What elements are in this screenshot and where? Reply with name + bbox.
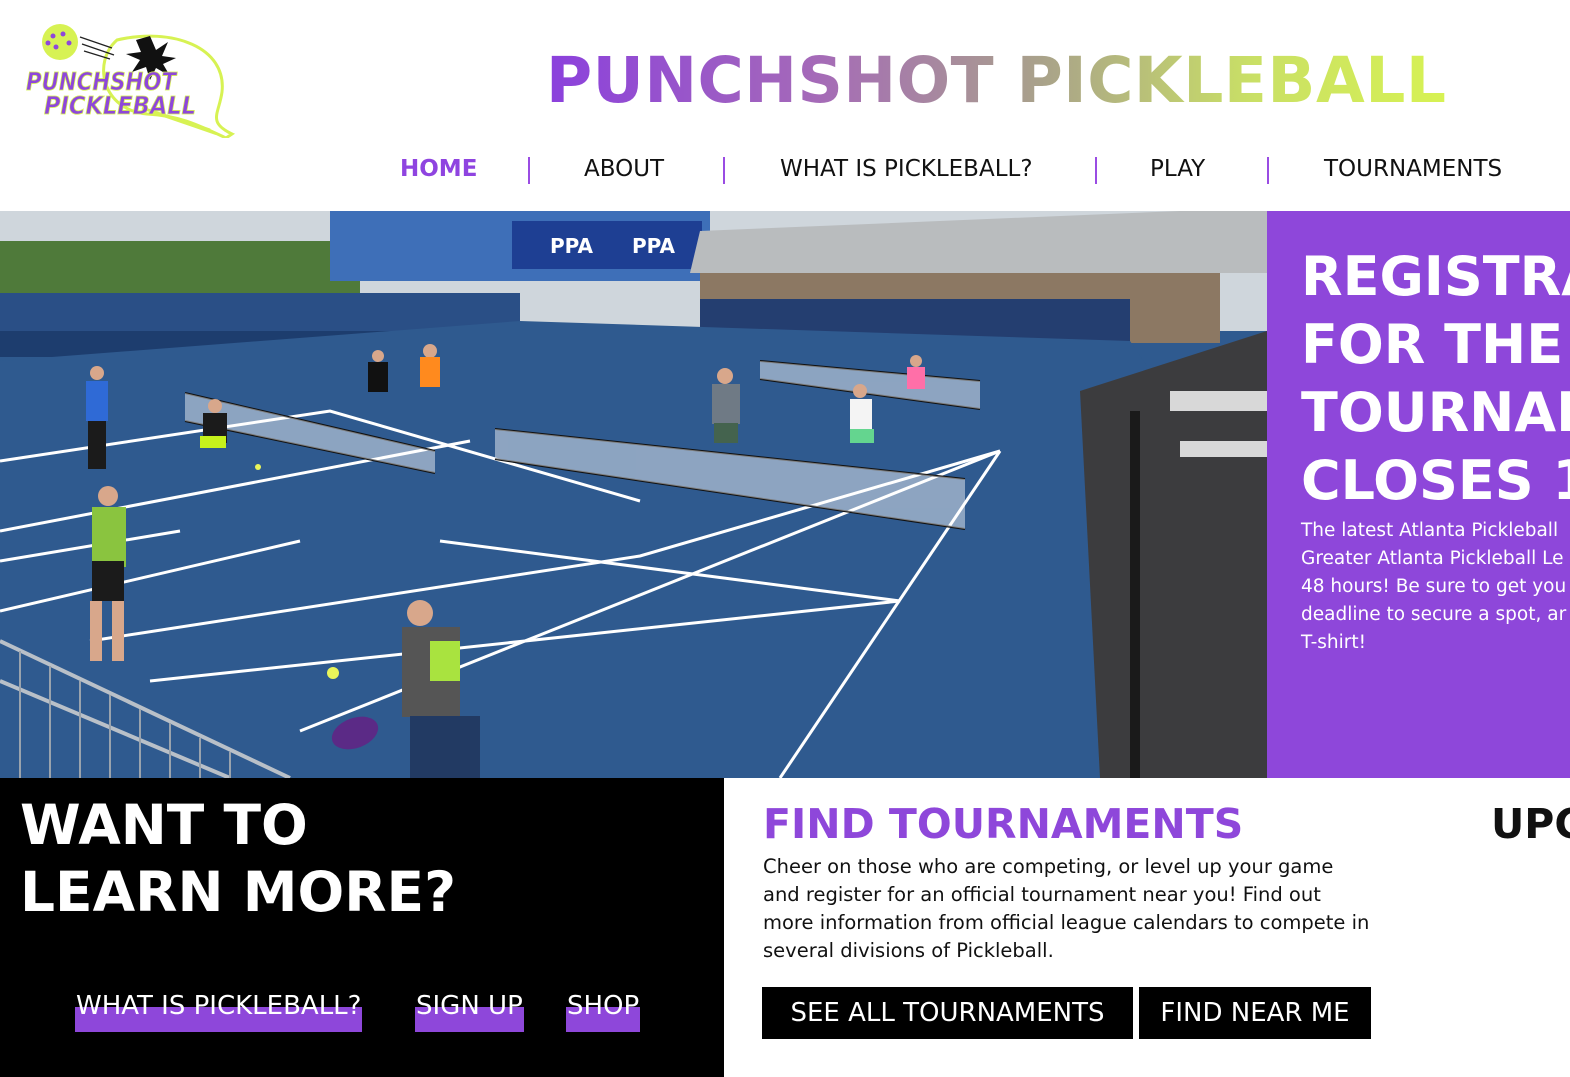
promo-headline: REGISTRA FOR THE A TOURNAM CLOSES 1 bbox=[1301, 243, 1570, 515]
nav-play[interactable]: PLAY bbox=[1150, 156, 1205, 182]
site-title: PUNCHSHOT PICKLEBALL bbox=[546, 44, 1447, 117]
upcoming-title: UPC bbox=[1491, 800, 1570, 848]
find-tournaments-line: several divisions of Pickleball. bbox=[763, 939, 1054, 962]
link-what-is-pickleball[interactable]: WHAT IS PICKLEBALL? bbox=[75, 990, 363, 1032]
court-sign-1: PPA bbox=[550, 234, 593, 258]
promo-body-line: T-shirt! bbox=[1301, 632, 1367, 653]
link-sign-up[interactable]: SIGN UP bbox=[415, 990, 524, 1032]
logo[interactable]: PUNCHSHOT PICKLEBALL bbox=[22, 22, 236, 140]
promo-headline-line: CLOSES 1 bbox=[1301, 449, 1570, 512]
nav-tournaments[interactable]: TOURNAMENTS bbox=[1324, 156, 1502, 182]
learn-more-title: WANT TO LEARN MORE? bbox=[20, 792, 456, 926]
promo-body-line: The latest Atlanta Pickleball bbox=[1301, 520, 1559, 541]
promo-body-line: deadline to secure a spot, ar bbox=[1301, 604, 1567, 625]
see-all-tournaments-button[interactable]: SEE ALL TOURNAMENTS bbox=[762, 987, 1133, 1039]
promo-body-line: 48 hours! Be sure to get you bbox=[1301, 576, 1567, 597]
nav-separator bbox=[1267, 157, 1269, 184]
find-tournaments-line: more information from official league ca… bbox=[763, 911, 1370, 934]
learn-more-section: WANT TO LEARN MORE? WHAT IS PICKLEBALL? … bbox=[0, 778, 724, 1077]
learn-more-title-line: LEARN MORE? bbox=[20, 860, 457, 924]
promo-description: The latest Atlanta Pickleball Greater At… bbox=[1301, 517, 1570, 657]
court-sign-2: PPA bbox=[632, 234, 675, 258]
registration-promo[interactable]: REGISTRA FOR THE A TOURNAM CLOSES 1 The … bbox=[1267, 211, 1570, 778]
logo-text-line2: PICKLEBALL bbox=[44, 91, 196, 120]
nav-separator bbox=[723, 157, 725, 184]
find-tournaments-line: Cheer on those who are competing, or lev… bbox=[763, 855, 1334, 878]
promo-body-line: Greater Atlanta Pickleball Le bbox=[1301, 548, 1564, 569]
promo-headline-line: REGISTRA bbox=[1301, 245, 1570, 308]
nav-about[interactable]: ABOUT bbox=[584, 156, 664, 182]
nav-what-is-pickleball[interactable]: WHAT IS PICKLEBALL? bbox=[780, 156, 1033, 182]
promo-headline-line: TOURNAM bbox=[1301, 381, 1570, 444]
nav-home[interactable]: HOME bbox=[400, 156, 477, 182]
nav-separator bbox=[1095, 157, 1097, 184]
main-nav: HOME ABOUT WHAT IS PICKLEBALL? PLAY TOUR… bbox=[0, 150, 1570, 194]
nav-separator bbox=[528, 157, 530, 184]
find-tournaments-description: Cheer on those who are competing, or lev… bbox=[763, 853, 1370, 965]
learn-more-title-line: WANT TO bbox=[20, 793, 308, 857]
find-near-me-button[interactable]: FIND NEAR ME bbox=[1139, 987, 1371, 1039]
promo-headline-line: FOR THE A bbox=[1301, 313, 1570, 376]
link-shop[interactable]: SHOP bbox=[566, 990, 641, 1032]
find-tournaments-title: FIND TOURNAMENTS bbox=[763, 800, 1244, 848]
find-tournaments-line: and register for an official tournament … bbox=[763, 883, 1321, 906]
hero-image: PPA PPA bbox=[0, 211, 1267, 778]
